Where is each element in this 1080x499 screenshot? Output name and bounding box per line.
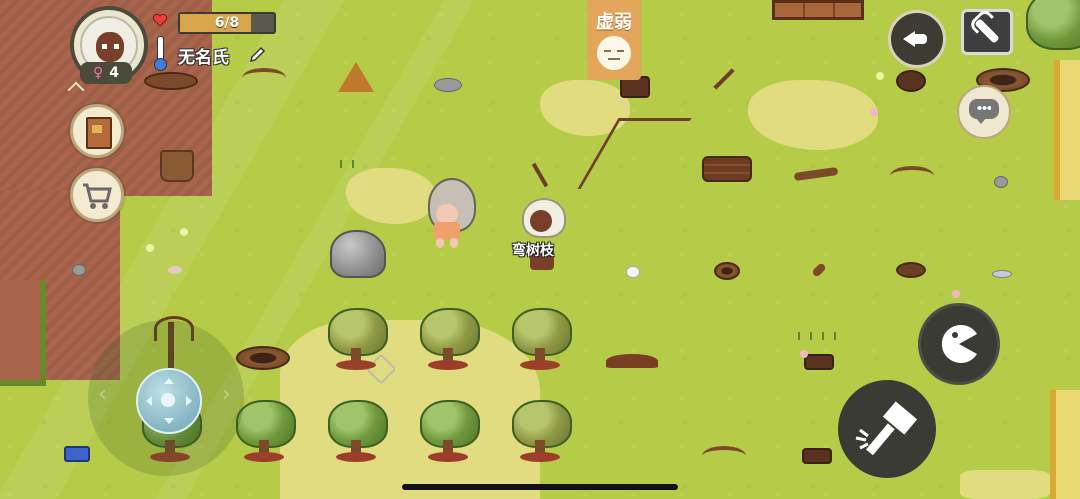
stone-item[interactable] bbox=[72, 264, 86, 276]
blue-item[interactable] bbox=[64, 446, 90, 462]
wood-block[interactable] bbox=[896, 70, 926, 92]
hammer-icon bbox=[855, 401, 918, 456]
chevron-right-icon: › bbox=[222, 382, 231, 407]
sand-edge bbox=[1054, 60, 1080, 200]
health-text: 6/8 bbox=[214, 15, 240, 31]
flower-decoration bbox=[952, 290, 960, 298]
sand-patch bbox=[280, 320, 540, 499]
cart-icon bbox=[83, 183, 112, 209]
action-button[interactable] bbox=[838, 380, 936, 478]
game-viewport[interactable]: 弯树枝 ♀ 4 6/8 无名氏 虚弱 ‹ › bbox=[0, 0, 1080, 499]
bow-item[interactable] bbox=[242, 68, 286, 88]
female-icon: ♀ bbox=[92, 65, 104, 81]
wooden-wall[interactable] bbox=[772, 0, 864, 20]
nest-item[interactable] bbox=[714, 262, 740, 280]
tree[interactable] bbox=[418, 400, 480, 466]
grass-sprout bbox=[340, 160, 354, 168]
dirt-mound[interactable] bbox=[606, 354, 658, 368]
player-character[interactable] bbox=[424, 178, 476, 250]
flower-decoration bbox=[870, 108, 878, 116]
pencil-icon[interactable] bbox=[248, 44, 268, 64]
tree-stump[interactable] bbox=[160, 150, 194, 182]
npc-name-label: 弯树枝 bbox=[512, 243, 554, 259]
flower-decoration bbox=[800, 350, 808, 358]
wood-block[interactable] bbox=[804, 354, 834, 370]
home-indicator[interactable] bbox=[402, 484, 678, 490]
sand-patch bbox=[960, 470, 1050, 499]
status-label: 虚弱 bbox=[596, 12, 632, 33]
eat-button[interactable] bbox=[918, 303, 1000, 385]
tree[interactable] bbox=[418, 308, 480, 374]
nest-item[interactable] bbox=[144, 72, 198, 90]
wood-block[interactable] bbox=[802, 448, 832, 464]
player-name: 无名氏 bbox=[178, 48, 229, 68]
journal-button[interactable] bbox=[70, 104, 124, 158]
flint-item[interactable] bbox=[992, 270, 1012, 278]
eat-pacman-icon bbox=[941, 325, 977, 363]
stone-item[interactable] bbox=[434, 78, 462, 92]
heart-icon bbox=[152, 13, 168, 27]
back-arrow-tail bbox=[913, 34, 927, 44]
tree[interactable] bbox=[510, 308, 572, 374]
grass-sprout bbox=[822, 332, 836, 340]
thermometer-icon bbox=[154, 36, 167, 71]
flower-decoration bbox=[146, 244, 154, 252]
tree[interactable] bbox=[326, 400, 388, 466]
seed-item[interactable] bbox=[626, 266, 640, 278]
chat-button[interactable] bbox=[957, 85, 1011, 139]
chat-bubble-icon bbox=[969, 99, 999, 124]
status-effect-tag[interactable]: 虚弱 bbox=[587, 0, 641, 80]
tent[interactable] bbox=[338, 62, 374, 92]
tree[interactable] bbox=[1024, 0, 1080, 56]
health-bar: 6/8 bbox=[178, 12, 276, 34]
npc-character[interactable] bbox=[520, 198, 566, 276]
flower-item[interactable] bbox=[168, 266, 182, 274]
grass-sprout bbox=[798, 332, 812, 340]
nest-item[interactable] bbox=[896, 262, 926, 278]
flower-decoration bbox=[180, 228, 188, 236]
tree[interactable] bbox=[326, 308, 388, 374]
back-button[interactable] bbox=[888, 10, 946, 68]
settings-button[interactable] bbox=[961, 9, 1013, 55]
big-boulder[interactable] bbox=[330, 230, 386, 278]
shop-button[interactable] bbox=[70, 168, 124, 222]
stone-item[interactable] bbox=[994, 176, 1008, 188]
generation-badge: ♀ 4 bbox=[80, 62, 132, 84]
log-pile[interactable] bbox=[702, 156, 752, 182]
joystick-knob[interactable] bbox=[136, 368, 202, 434]
dirt-edge bbox=[0, 280, 46, 386]
chevron-left-icon: ‹ bbox=[98, 382, 107, 407]
nest-item[interactable] bbox=[236, 346, 290, 370]
generation-count: 4 bbox=[109, 65, 119, 81]
bow-item[interactable] bbox=[702, 446, 746, 466]
sand-edge bbox=[1050, 390, 1080, 499]
tree[interactable] bbox=[510, 400, 572, 466]
bow-item[interactable] bbox=[890, 166, 934, 186]
wrench-icon bbox=[974, 18, 1000, 44]
tired-face-icon bbox=[597, 36, 631, 70]
book-icon bbox=[86, 117, 112, 149]
flower-decoration bbox=[876, 72, 884, 80]
